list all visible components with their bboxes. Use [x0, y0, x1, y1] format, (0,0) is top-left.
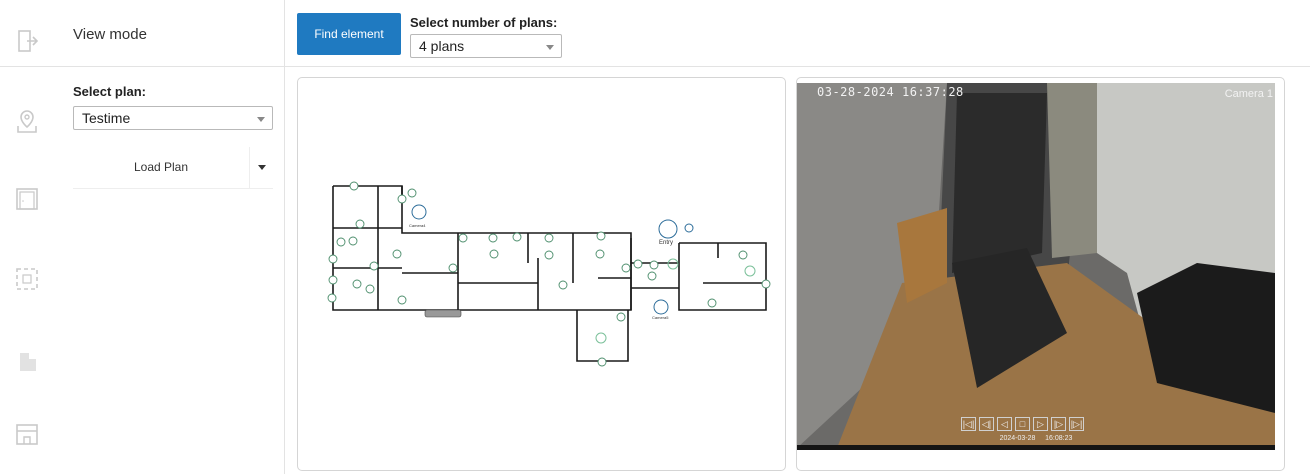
camera-feed[interactable]: 03-28-2024 16:37:28 Camera 1 |◁| ◁| ◁ □ …: [797, 83, 1275, 450]
load-plan-split-button: Load Plan: [73, 147, 273, 189]
playback-time: 16:08:23: [1045, 435, 1073, 442]
left-panel: View mode: [55, 0, 285, 474]
icon-rail: [0, 0, 55, 474]
header-divider: [0, 66, 1310, 67]
camera4-label: Camera4: [409, 223, 426, 228]
view-mode-title: View mode: [73, 26, 147, 43]
skip-end-button[interactable]: |▷|: [1069, 417, 1084, 431]
step-forward-button[interactable]: |▷: [1051, 417, 1066, 431]
camera5-label: Camera5: [652, 315, 669, 320]
split-divider: [249, 147, 250, 189]
camera-timestamp: 03-28-2024 16:37:28: [817, 85, 964, 99]
skip-start-button[interactable]: |◁|: [961, 417, 976, 431]
plan-select[interactable]: Testime: [73, 106, 273, 130]
dashed-selection-icon[interactable]: [14, 266, 40, 292]
plans-count-select[interactable]: 4 plans: [410, 34, 562, 58]
store-icon[interactable]: [14, 421, 40, 447]
plan-select-value: Testime: [82, 110, 131, 126]
load-plan-button[interactable]: Load Plan: [73, 147, 249, 189]
plans-count-value: 4 plans: [419, 38, 465, 54]
chevron-down-icon: [546, 45, 554, 50]
step-back-button[interactable]: ◁|: [979, 417, 994, 431]
exit-icon[interactable]: [14, 28, 40, 54]
entry-label: Entry: [659, 240, 673, 246]
select-plans-label: Select number of plans:: [410, 15, 558, 30]
play-backward-button[interactable]: ◁: [997, 417, 1012, 431]
playback-controls: |◁| ◁| ◁ □ ▷ |▷ |▷|: [961, 417, 1084, 431]
floor-plan-panel: Camera4 Entry Camera5: [297, 77, 786, 471]
building-icon[interactable]: [14, 348, 40, 374]
camera-scene: [797, 83, 1275, 448]
playback-date: 2024-03-28: [999, 435, 1036, 442]
find-element-button[interactable]: Find element: [297, 13, 401, 55]
play-button[interactable]: ▷: [1033, 417, 1048, 431]
floor-plan-drawing[interactable]: Camera4 Entry Camera5: [298, 78, 787, 472]
stop-button[interactable]: □: [1015, 417, 1030, 431]
load-plan-dropdown-icon[interactable]: [258, 165, 266, 170]
floor-plan-icon[interactable]: [14, 186, 40, 212]
playback-timeline[interactable]: [797, 445, 1275, 450]
location-pin-icon[interactable]: [14, 108, 40, 134]
select-plan-label: Select plan:: [73, 84, 146, 99]
camera-name: Camera 1: [1224, 88, 1273, 100]
playback-timestamp: 2024-03-28 16:08:23: [797, 435, 1275, 442]
chevron-down-icon: [257, 117, 265, 122]
